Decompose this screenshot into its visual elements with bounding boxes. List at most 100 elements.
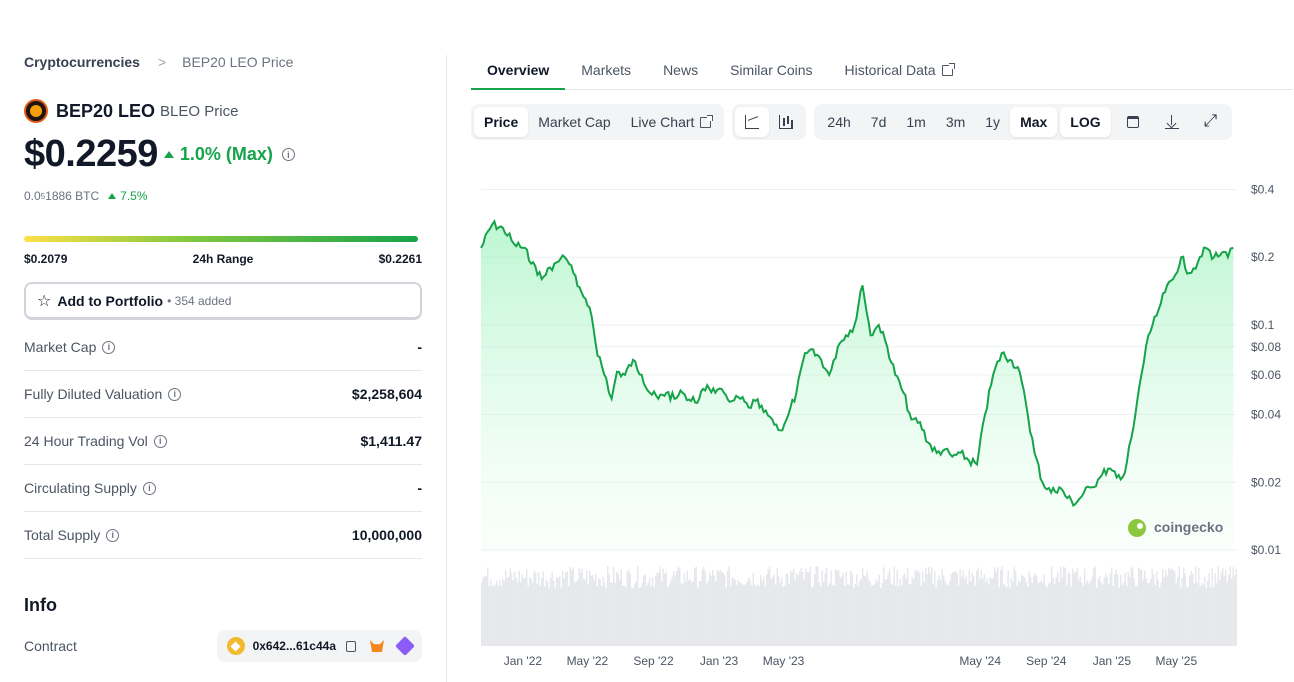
volume-bar bbox=[1021, 574, 1023, 646]
range-max-button[interactable]: Max bbox=[1010, 107, 1058, 137]
volume-bar bbox=[1078, 580, 1080, 646]
volume-bar bbox=[1178, 566, 1180, 646]
volume-bar bbox=[1126, 585, 1128, 646]
volume-bar bbox=[668, 585, 670, 646]
volume-bar bbox=[595, 574, 597, 646]
volume-bar bbox=[1076, 567, 1078, 646]
volume-bar bbox=[1159, 587, 1161, 646]
volume-bar bbox=[907, 567, 909, 646]
volume-bar bbox=[769, 567, 771, 646]
volume-bar bbox=[1000, 569, 1002, 646]
coin-logo-icon bbox=[24, 99, 48, 123]
volume-bar bbox=[1207, 580, 1209, 646]
metamask-icon[interactable] bbox=[370, 640, 384, 652]
price-chart-svg[interactable]: $0.4 $0.2 $0.1 $0.08 $0.06 $0.04 $0.02 $0.01 Ja… bbox=[471, 150, 1294, 682]
volume-bar bbox=[799, 571, 801, 646]
volume-bar bbox=[766, 574, 768, 646]
volume-bar bbox=[1139, 568, 1141, 646]
volume-bar bbox=[905, 578, 907, 646]
volume-bar bbox=[529, 577, 531, 646]
live-chart-button[interactable]: Live Chart bbox=[621, 107, 722, 137]
volume-bar bbox=[757, 584, 759, 646]
volume-bar bbox=[1079, 576, 1081, 646]
volume-bar bbox=[1106, 576, 1108, 646]
coin-name: BEP20 LEO bbox=[56, 100, 156, 121]
volume-bar bbox=[1193, 583, 1195, 646]
x-tick-label: Jan '25 bbox=[1093, 654, 1132, 668]
info-icon[interactable]: i bbox=[102, 340, 116, 354]
contract-label: Contract bbox=[24, 638, 77, 654]
volume-bar bbox=[581, 568, 583, 646]
volume-bar bbox=[802, 572, 804, 646]
volume-bar bbox=[563, 578, 565, 646]
range-24h-button[interactable]: 24h bbox=[817, 107, 860, 137]
volume-bar bbox=[715, 581, 717, 646]
volume-bar bbox=[1094, 566, 1096, 646]
volume-bar bbox=[1027, 586, 1029, 646]
volume-bar bbox=[692, 581, 694, 646]
volume-bar bbox=[697, 587, 699, 646]
info-icon[interactable]: i bbox=[142, 481, 156, 495]
volume-bar bbox=[1160, 582, 1162, 646]
volume-bar bbox=[704, 571, 706, 646]
price-chart-button[interactable]: Price bbox=[474, 107, 529, 137]
volume-bar bbox=[1016, 585, 1018, 646]
volume-bar bbox=[565, 572, 567, 646]
volume-bar bbox=[1142, 579, 1144, 646]
volume-bar bbox=[871, 585, 873, 646]
volume-bar bbox=[670, 580, 672, 646]
info-icon[interactable]: i bbox=[153, 434, 167, 448]
copy-icon[interactable] bbox=[346, 640, 356, 652]
fullscreen-button[interactable] bbox=[1195, 107, 1229, 137]
volume-bar bbox=[1099, 576, 1101, 646]
info-icon[interactable]: i bbox=[281, 148, 295, 161]
range-1y-button[interactable]: 1y bbox=[975, 107, 1010, 137]
volume-bar bbox=[982, 578, 984, 646]
breadcrumb-cryptocurrencies-link[interactable]: Cryptocurrencies bbox=[24, 54, 140, 70]
log-scale-button[interactable]: LOG bbox=[1060, 107, 1111, 137]
stat-row-circulating-supply: Circulating Supply i - bbox=[24, 465, 422, 512]
date-range-button[interactable] bbox=[1117, 107, 1149, 137]
volume-bar bbox=[770, 579, 772, 646]
volume-bar bbox=[1045, 584, 1047, 646]
volume-bar bbox=[940, 580, 942, 646]
volume-bar bbox=[1157, 580, 1159, 646]
volume-bar bbox=[878, 574, 880, 646]
volume-bar bbox=[1043, 574, 1045, 646]
volume-bar bbox=[928, 566, 930, 646]
line-chart-button[interactable] bbox=[735, 107, 770, 137]
tab-historical-data[interactable]: Historical Data bbox=[829, 52, 969, 90]
market-cap-chart-button[interactable]: Market Cap bbox=[528, 107, 620, 137]
volume-bar bbox=[955, 571, 957, 646]
breadcrumb-separator-icon: > bbox=[157, 54, 167, 70]
range-1m-button[interactable]: 1m bbox=[896, 107, 935, 137]
volume-bar bbox=[734, 579, 736, 646]
volume-bar bbox=[896, 569, 898, 646]
price-row: $0.2259 1.0% (Max) i bbox=[24, 133, 295, 176]
contract-pill[interactable]: 0x642...61c44a bbox=[216, 630, 422, 662]
volume-bar bbox=[739, 582, 741, 646]
info-icon[interactable]: i bbox=[168, 387, 182, 401]
volume-bar bbox=[1205, 587, 1207, 646]
volume-bar bbox=[1064, 567, 1066, 646]
tab-similar-coins[interactable]: Similar Coins bbox=[714, 52, 828, 90]
tab-overview[interactable]: Overview bbox=[471, 52, 566, 90]
info-icon[interactable]: i bbox=[106, 528, 120, 542]
price-chart[interactable]: $0.4 $0.2 $0.1 $0.08 $0.06 $0.04 $0.02 $0.01 Ja… bbox=[471, 150, 1294, 682]
volume-bar bbox=[1121, 584, 1123, 646]
volume-bar bbox=[613, 567, 615, 646]
wallet-icon[interactable] bbox=[395, 636, 415, 656]
volume-bar bbox=[730, 585, 732, 646]
volume-bar bbox=[778, 576, 780, 646]
download-button[interactable] bbox=[1155, 107, 1189, 137]
add-to-portfolio-button[interactable]: ☆ Add to Portfolio • 354 added bbox=[24, 282, 422, 320]
volume-bar bbox=[1189, 575, 1191, 646]
volume-bar bbox=[1046, 587, 1048, 646]
range-7d-button[interactable]: 7d bbox=[861, 107, 897, 137]
tab-markets[interactable]: Markets bbox=[565, 52, 647, 90]
tab-news[interactable]: News bbox=[647, 52, 714, 90]
range-3m-button[interactable]: 3m bbox=[936, 107, 975, 137]
volume-bar bbox=[760, 575, 762, 646]
candlestick-chart-button[interactable] bbox=[769, 107, 803, 137]
volume-bars bbox=[481, 566, 1237, 646]
